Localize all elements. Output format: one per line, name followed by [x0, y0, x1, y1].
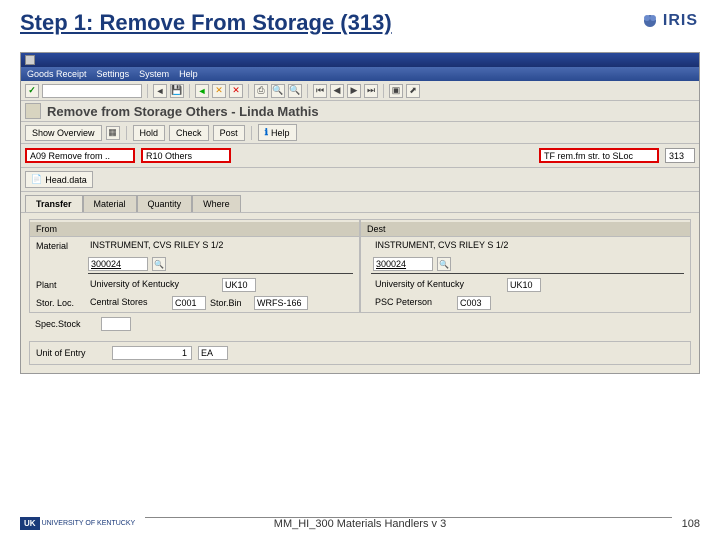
menu-help[interactable]: Help — [179, 69, 198, 79]
next-icon[interactable]: ▶ — [347, 84, 361, 98]
action-a09-dropdown[interactable]: A09 Remove from .. — [25, 148, 135, 163]
dest-material-code[interactable]: 300024 — [373, 257, 433, 271]
uk-logo-text: UNIVERSITY OF KENTUCKY — [42, 520, 136, 527]
check-button[interactable]: Check — [169, 125, 209, 141]
action-r10-dropdown[interactable]: R10 Others — [141, 148, 231, 163]
footer: UK UNIVERSITY OF KENTUCKY MM_HI_300 Mate… — [0, 517, 720, 530]
head-data-row: 📄Head.data — [21, 168, 699, 192]
from-sloc-code[interactable]: C001 — [172, 296, 206, 310]
uk-logo: UK — [20, 517, 40, 530]
menu-system[interactable]: System — [139, 69, 169, 79]
dest-sloc-code[interactable]: C003 — [457, 296, 491, 310]
panel-body: From Material INSTRUMENT, CVS RILEY S 1/… — [21, 213, 699, 373]
tab-where[interactable]: Where — [192, 195, 241, 212]
from-column: From Material INSTRUMENT, CVS RILEY S 1/… — [29, 219, 360, 313]
search-icon[interactable]: 🔍 — [152, 257, 166, 271]
movement-type-desc[interactable]: TF rem.fm str. to SLoc — [539, 148, 659, 163]
window-control-icon[interactable] — [25, 55, 35, 65]
findnext-icon[interactable]: 🔍 — [288, 84, 302, 98]
last-icon[interactable]: ⏭ — [364, 84, 378, 98]
from-header: From — [30, 222, 359, 237]
bin-label: Stor.Bin — [210, 298, 250, 308]
spec-stock-input[interactable] — [101, 317, 131, 331]
toggle-icon[interactable]: ▦ — [106, 126, 120, 140]
material-label: Material — [36, 241, 84, 251]
head-data-button[interactable]: 📄Head.data — [25, 171, 93, 188]
doc-icon: 📄 — [31, 174, 42, 185]
command-field[interactable] — [42, 84, 142, 98]
slide-title: Step 1: Remove From Storage (313) — [0, 0, 720, 44]
from-bin-code[interactable]: WRFS-166 — [254, 296, 308, 310]
create-session-icon[interactable]: ▣ — [389, 84, 403, 98]
tab-transfer[interactable]: Transfer — [25, 195, 83, 212]
page-number: 108 — [682, 518, 700, 530]
dest-material-desc: INSTRUMENT, CVS RILEY S 1/2 — [373, 239, 543, 253]
tabs-row: Transfer Material Quantity Where — [21, 192, 699, 213]
from-sloc-desc: Central Stores — [88, 296, 168, 310]
sap-window: Goods Receipt Settings System Help ✓ ◄ 💾… — [20, 52, 700, 374]
shortcut-icon[interactable]: ⬈ — [406, 84, 420, 98]
iris-logo-text: IRIS — [663, 12, 698, 30]
spec-stock-label: Spec.Stock — [35, 319, 95, 329]
subtitle-row: Remove from Storage Others - Linda Mathi… — [21, 101, 699, 122]
dest-header: Dest — [361, 222, 690, 237]
dest-sloc-desc: PSC Peterson — [373, 296, 453, 310]
first-icon[interactable]: ⏮ — [313, 84, 327, 98]
tab-material[interactable]: Material — [83, 195, 137, 212]
dest-plant-desc: University of Kentucky — [373, 278, 503, 292]
from-plant-desc: University of Kentucky — [88, 278, 218, 292]
from-material-desc: INSTRUMENT, CVS RILEY S 1/2 — [88, 239, 258, 253]
titlebar — [21, 53, 699, 67]
dest-column: Dest INSTRUMENT, CVS RILEY S 1/2 300024 … — [360, 219, 691, 313]
prev-icon[interactable]: ◀ — [330, 84, 344, 98]
from-material-code[interactable]: 300024 — [88, 257, 148, 271]
unit-uom[interactable]: EA — [198, 346, 228, 360]
footer-doc-title: MM_HI_300 Materials Handlers v 3 — [268, 518, 452, 530]
search-icon[interactable]: 🔍 — [437, 257, 451, 271]
help-button[interactable]: ℹHelp — [258, 124, 297, 141]
enter-icon[interactable]: ✓ — [25, 84, 39, 98]
back2-icon[interactable]: ◄ — [195, 84, 209, 98]
print-icon[interactable]: ⎙ — [254, 84, 268, 98]
spec-stock-row: Spec.Stock — [29, 313, 691, 335]
app-toolbar: Show Overview ▦ Hold Check Post ℹHelp — [21, 122, 699, 144]
unit-label: Unit of Entry — [36, 348, 106, 358]
hold-button[interactable]: Hold — [133, 125, 166, 141]
transaction-subtitle: Remove from Storage Others - Linda Mathi… — [47, 104, 319, 119]
menubar: Goods Receipt Settings System Help — [21, 67, 699, 81]
sloc-label: Stor. Loc. — [36, 298, 84, 308]
plant-label: Plant — [36, 280, 84, 290]
action-row: A09 Remove from .. R10 Others TF rem.fm … — [21, 144, 699, 168]
iris-flower-icon — [641, 12, 659, 30]
show-overview-button[interactable]: Show Overview — [25, 125, 102, 141]
back-icon[interactable]: ◄ — [153, 84, 167, 98]
dest-plant-code[interactable]: UK10 — [507, 278, 541, 292]
exit-icon[interactable]: ✕ — [212, 84, 226, 98]
menu-goods-receipt[interactable]: Goods Receipt — [27, 69, 87, 79]
cancel-icon[interactable]: ✕ — [229, 84, 243, 98]
find-icon[interactable]: 🔍 — [271, 84, 285, 98]
transaction-icon — [25, 103, 41, 119]
save-icon[interactable]: 💾 — [170, 84, 184, 98]
tab-quantity[interactable]: Quantity — [137, 195, 193, 212]
movement-type-code[interactable]: 313 — [665, 148, 695, 163]
from-plant-code[interactable]: UK10 — [222, 278, 256, 292]
main-toolbar: ✓ ◄ 💾 ◄ ✕ ✕ ⎙ 🔍 🔍 ⏮ ◀ ▶ ⏭ ▣ ⬈ — [21, 81, 699, 101]
post-button[interactable]: Post — [213, 125, 245, 141]
iris-logo: IRIS — [641, 12, 698, 30]
menu-settings[interactable]: Settings — [97, 69, 130, 79]
unit-qty[interactable]: 1 — [112, 346, 192, 360]
